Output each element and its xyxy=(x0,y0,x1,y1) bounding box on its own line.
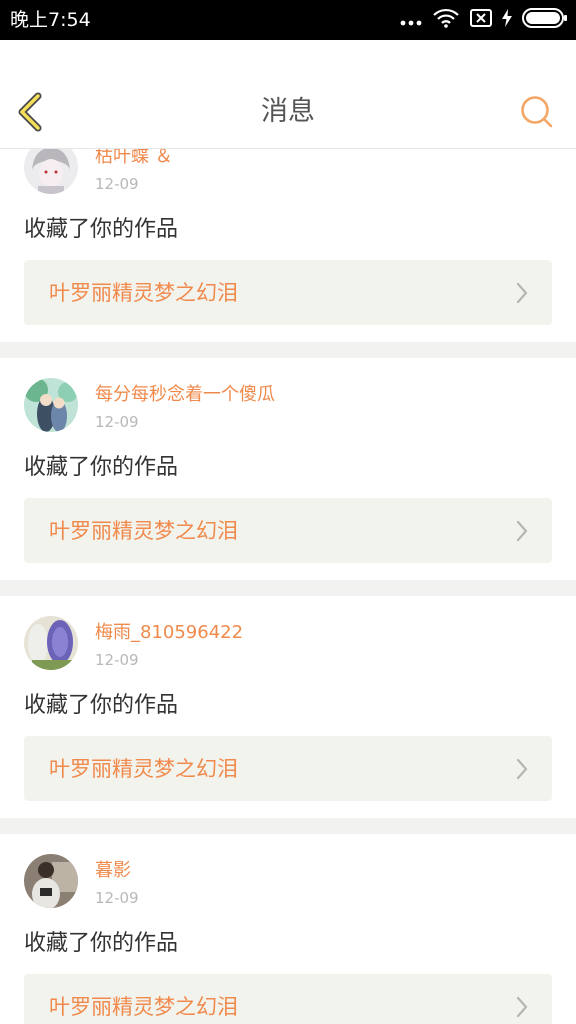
message-text: 收藏了你的作品 xyxy=(24,455,179,480)
message-text: 收藏了你的作品 xyxy=(24,931,179,956)
message-card: 暮影 12-09 收藏了你的作品 叶罗丽精灵梦之幻泪 xyxy=(0,834,576,1024)
work-link[interactable]: 叶罗丽精灵梦之幻泪 xyxy=(24,498,552,563)
chevron-right-icon xyxy=(516,282,528,304)
user-name[interactable]: 暮影 xyxy=(95,860,131,882)
divider xyxy=(0,342,576,358)
work-link[interactable]: 叶罗丽精灵梦之幻泪 xyxy=(24,736,552,801)
search-icon xyxy=(521,96,553,128)
avatar[interactable] xyxy=(24,616,78,670)
sim-blocked-icon xyxy=(470,9,492,31)
user-name[interactable]: 梅雨_810596422 xyxy=(95,622,243,644)
work-title: 叶罗丽精灵梦之幻泪 xyxy=(49,757,238,781)
chevron-right-icon xyxy=(516,996,528,1018)
status-bar: 晚上7:54 xyxy=(0,0,576,40)
message-card: 枯叶蝶 ＆ 12-09 收藏了你的作品 叶罗丽精灵梦之幻泪 xyxy=(0,149,576,342)
nav-bar: 消息 xyxy=(0,40,576,149)
user-name[interactable]: 枯叶蝶 ＆ xyxy=(95,149,173,168)
message-text: 收藏了你的作品 xyxy=(24,693,179,718)
avatar[interactable] xyxy=(24,854,78,908)
search-button[interactable] xyxy=(520,95,554,129)
status-icons xyxy=(400,8,568,32)
message-date: 12-09 xyxy=(95,651,139,669)
message-card: 梅雨_810596422 12-09 收藏了你的作品 叶罗丽精灵梦之幻泪 xyxy=(0,596,576,818)
work-title: 叶罗丽精灵梦之幻泪 xyxy=(49,995,238,1019)
message-date: 12-09 xyxy=(95,889,139,907)
wifi-icon xyxy=(432,8,460,32)
message-text: 收藏了你的作品 xyxy=(24,217,179,242)
work-link[interactable]: 叶罗丽精灵梦之幻泪 xyxy=(24,260,552,325)
message-date: 12-09 xyxy=(95,175,139,193)
message-date: 12-09 xyxy=(95,413,139,431)
work-title: 叶罗丽精灵梦之幻泪 xyxy=(49,519,238,543)
work-link[interactable]: 叶罗丽精灵梦之幻泪 xyxy=(24,974,552,1024)
user-name[interactable]: 每分每秒念着一个傻瓜 xyxy=(95,384,275,406)
divider xyxy=(0,818,576,834)
message-list[interactable]: 枯叶蝶 ＆ 12-09 收藏了你的作品 叶罗丽精灵梦之幻泪 每分每秒念着一个傻瓜… xyxy=(0,149,576,1024)
chevron-right-icon xyxy=(516,520,528,542)
battery-icon xyxy=(522,8,568,32)
avatar[interactable] xyxy=(24,378,78,432)
charging-icon xyxy=(502,9,512,31)
chevron-right-icon xyxy=(516,758,528,780)
message-card: 每分每秒念着一个傻瓜 12-09 收藏了你的作品 叶罗丽精灵梦之幻泪 xyxy=(0,358,576,580)
page-title: 消息 xyxy=(261,96,315,127)
work-title: 叶罗丽精灵梦之幻泪 xyxy=(49,281,238,305)
more-dots-icon xyxy=(400,11,422,30)
avatar[interactable] xyxy=(24,149,78,194)
divider xyxy=(0,580,576,596)
status-time: 晚上7:54 xyxy=(10,9,91,31)
